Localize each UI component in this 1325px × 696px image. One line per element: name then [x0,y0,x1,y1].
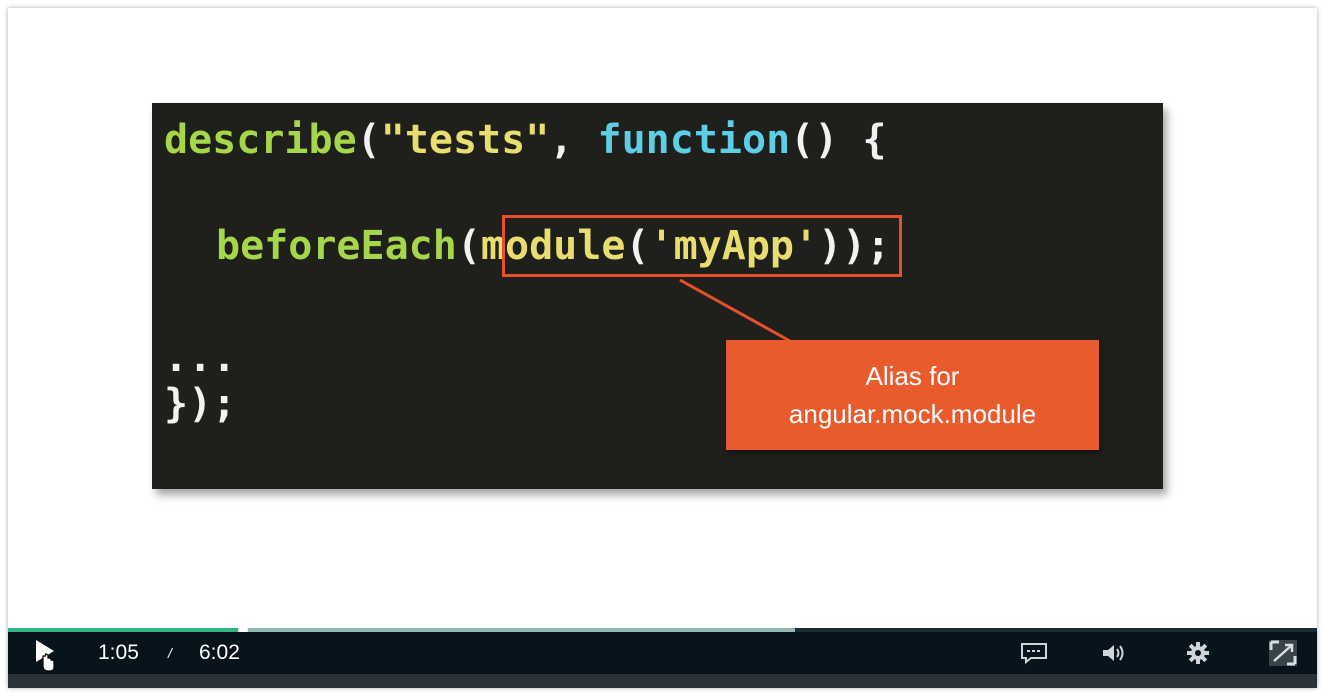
time-separator: / [168,645,172,661]
controls-bottom-strip [8,674,1317,688]
alias-callout: Alias for angular.mock.module [726,340,1099,450]
code-token-describe: describe [164,117,357,163]
code-token-paren: ( [356,117,381,163]
hand-cursor-icon [42,653,55,672]
current-time: 1:05 [98,641,139,664]
video-slide[interactable]: describe("tests", function() { beforeEac… [8,8,1317,628]
player-controls: 1:05 / 6:02 [8,632,1317,688]
callout-line-1: Alias for [865,361,960,391]
volume-icon [1103,645,1124,661]
module-highlight-box [502,215,902,277]
code-token-paren: ( [456,223,481,269]
fullscreen-button[interactable] [1262,632,1304,674]
code-token-beforeeach: beforeEach [216,223,457,269]
code-token-tests-string: "tests" [380,117,550,163]
fullscreen-icon [1269,640,1297,666]
code-line-close: }); [164,381,237,427]
captions-icon [1021,643,1047,665]
captions-button[interactable] [1016,632,1052,674]
code-token-brace: () { [790,117,887,163]
code-line-describe: describe("tests", function() { [164,117,886,163]
settings-button[interactable] [1180,632,1216,674]
play-button[interactable] [22,632,64,674]
code-token-function: function [597,117,791,163]
volume-button[interactable] [1096,632,1132,674]
video-player: describe("tests", function() { beforeEac… [8,8,1317,688]
code-line-ellipsis: ... [164,335,237,381]
duration: 6:02 [199,641,240,664]
code-token-comma: , [549,117,598,163]
gear-icon [1187,642,1209,664]
play-icon [36,640,55,672]
callout-line-2: angular.mock.module [788,399,1037,429]
